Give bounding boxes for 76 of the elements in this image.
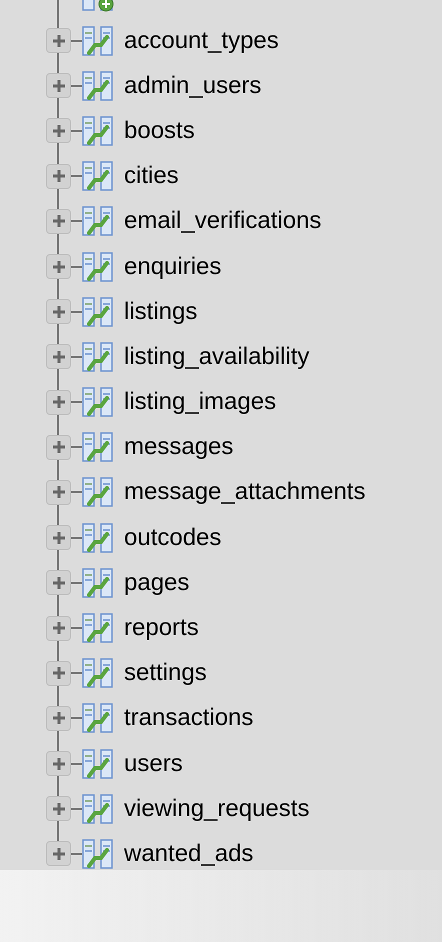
table-name[interactable]: enquiries: [124, 248, 222, 285]
table-icon: [82, 612, 114, 644]
plus-icon: [52, 124, 66, 138]
plus-icon: [52, 350, 66, 364]
plus-icon: [52, 260, 66, 274]
plus-icon: [52, 711, 66, 726]
plus-icon: [52, 756, 66, 771]
table-icon: [82, 205, 114, 238]
table-name[interactable]: settings: [124, 655, 207, 692]
table-name[interactable]: viewing_requests: [124, 790, 310, 827]
plus-icon: [52, 846, 66, 861]
table-icon: [82, 114, 114, 147]
expand-button[interactable]: [46, 841, 71, 866]
table-icon: [82, 522, 114, 554]
plus-icon: [52, 78, 66, 93]
plus-icon: [52, 530, 66, 545]
table-name[interactable]: listings: [124, 294, 198, 330]
table-icon: [82, 702, 114, 734]
expand-button[interactable]: [46, 434, 71, 460]
table-icon: [82, 431, 114, 464]
table-icon: [82, 476, 114, 508]
expand-button[interactable]: [46, 751, 71, 776]
plus-icon: [52, 485, 66, 500]
table-icon: [82, 70, 114, 102]
expand-button[interactable]: [46, 344, 71, 370]
table-name[interactable]: users: [124, 746, 183, 782]
table-name[interactable]: account_types: [124, 22, 279, 59]
table-name[interactable]: email_verifications: [124, 203, 322, 240]
table-name[interactable]: messages: [124, 429, 234, 466]
plus-icon: [52, 666, 66, 680]
table-icon: [82, 657, 114, 690]
expand-button[interactable]: [46, 299, 71, 324]
expand-button[interactable]: [46, 570, 71, 596]
table-name[interactable]: transactions: [124, 700, 254, 736]
table-icon: [82, 566, 114, 599]
plus-icon: [52, 621, 66, 636]
table-icon: [82, 838, 114, 870]
expand-button[interactable]: [46, 164, 71, 189]
table-name[interactable]: boosts: [124, 112, 195, 149]
table-icon: [82, 24, 114, 57]
expand-button[interactable]: [46, 28, 71, 54]
table-icon: [82, 386, 114, 418]
table-name[interactable]: wanted_ads: [124, 836, 254, 872]
table-icon: [82, 748, 114, 780]
expand-button[interactable]: [46, 616, 71, 641]
plus-icon: [52, 214, 66, 228]
expand-button[interactable]: [46, 796, 71, 822]
table-name[interactable]: cities: [124, 158, 179, 194]
table-icon: [82, 792, 114, 825]
table-name[interactable]: listing_availability: [124, 338, 310, 375]
table-name[interactable]: listing_images: [124, 384, 276, 420]
expand-button[interactable]: [46, 525, 71, 550]
table-name[interactable]: admin_users: [124, 68, 262, 104]
plus-icon: [52, 802, 66, 816]
plus-icon: [52, 576, 66, 590]
expand-button[interactable]: [46, 73, 71, 98]
expand-button[interactable]: [46, 390, 71, 415]
plus-icon: [52, 304, 66, 319]
plus-icon: [52, 440, 66, 454]
expand-button[interactable]: [46, 480, 71, 505]
table-icon: [82, 250, 114, 283]
table-name[interactable]: message_attachments: [124, 474, 366, 510]
table-name[interactable]: pages: [124, 564, 190, 601]
expand-button[interactable]: [46, 254, 71, 280]
expand-button[interactable]: [46, 706, 71, 731]
expand-button[interactable]: [46, 118, 71, 144]
plus-icon: [52, 169, 66, 184]
table-name[interactable]: reports: [124, 610, 199, 646]
expand-button[interactable]: [46, 208, 71, 234]
expand-button[interactable]: [46, 660, 71, 686]
plus-icon: [52, 395, 66, 410]
table-icon: [82, 160, 114, 192]
table-icon: [82, 340, 114, 373]
table-icon: [82, 296, 114, 328]
table-name[interactable]: outcodes: [124, 520, 222, 556]
plus-icon: [52, 34, 66, 48]
